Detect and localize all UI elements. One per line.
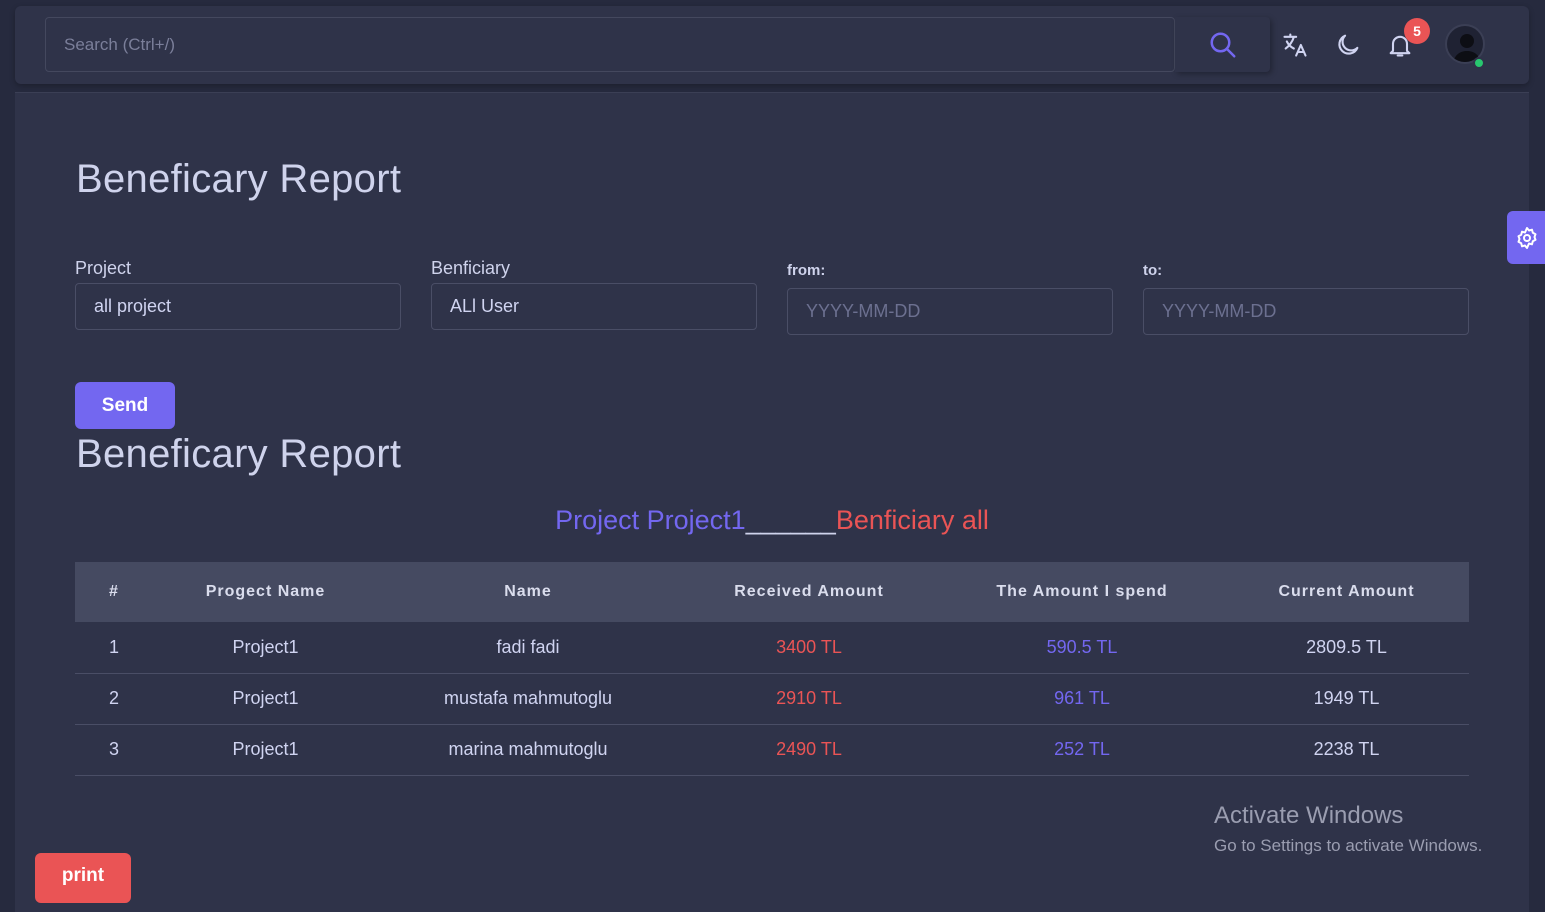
header-project-name: Progect Name xyxy=(205,583,326,600)
activate-windows-watermark: Activate Windows Go to Settings to activ… xyxy=(1214,802,1482,856)
row-spent-amount: 252 TL xyxy=(940,724,1224,776)
beneficiary-label: Benficiary xyxy=(431,258,511,278)
from-date-label: from: xyxy=(787,262,826,279)
from-date-input[interactable] xyxy=(806,301,1094,322)
row-project-name: Project1 xyxy=(153,673,378,725)
gear-icon xyxy=(1517,226,1537,249)
row-spent-amount: 590.5 TL xyxy=(940,622,1224,674)
row-name: fadi fadi xyxy=(378,622,678,674)
theme-toggle-button[interactable] xyxy=(1331,28,1365,62)
row-project-name: Project1 xyxy=(153,622,378,674)
top-navbar: 5 xyxy=(15,6,1529,84)
beneficiary-select-value: ALl User xyxy=(450,296,520,316)
project-select-value: all project xyxy=(94,296,172,316)
project-label: Project xyxy=(75,258,132,278)
watermark-subtitle: Go to Settings to activate Windows. xyxy=(1214,836,1483,855)
to-date-label: to: xyxy=(1143,262,1163,279)
report-subtitle: Project Project1______Benficiary all xyxy=(15,505,1529,536)
beneficiary-select[interactable]: ALl User xyxy=(431,283,757,330)
subtitle-separator: ______ xyxy=(745,505,836,535)
subtitle-beneficiary: Benficiary all xyxy=(835,505,989,535)
translate-icon xyxy=(1283,33,1307,57)
row-received-amount: 2910 TL xyxy=(678,673,940,725)
table-row: 3 Project1 marina mahmutoglu 2490 TL 252… xyxy=(75,724,1469,776)
translate-button[interactable] xyxy=(1278,28,1312,62)
header-received-amount: Received Amount xyxy=(734,583,884,600)
search-input[interactable] xyxy=(46,18,1174,71)
table-row: 2 Project1 mustafa mahmutoglu 2910 TL 96… xyxy=(75,673,1469,725)
header-index: # xyxy=(109,583,119,600)
results-title: Beneficary Report xyxy=(76,432,402,476)
row-index: 2 xyxy=(75,673,153,725)
row-project-name: Project1 xyxy=(153,724,378,776)
row-current-amount: 2238 TL xyxy=(1224,724,1469,776)
row-current-amount: 2809.5 TL xyxy=(1224,622,1469,674)
header-spent-amount: The Amount I spend xyxy=(996,583,1168,600)
report-table: # Progect Name Name Received Amount The … xyxy=(75,562,1469,776)
to-date-input[interactable] xyxy=(1162,301,1450,322)
page-title: Beneficary Report xyxy=(76,157,402,201)
moon-icon xyxy=(1338,34,1359,55)
online-status-dot xyxy=(1473,57,1485,69)
report-card: Beneficary Report Project all project Be… xyxy=(15,92,1529,912)
customizer-toggle-button[interactable] xyxy=(1507,211,1545,264)
header-current-amount: Current Amount xyxy=(1278,583,1415,600)
table-header-row: # Progect Name Name Received Amount The … xyxy=(75,562,1469,622)
search-icon xyxy=(1210,32,1235,57)
header-name: Name xyxy=(504,583,552,600)
row-name: marina mahmutoglu xyxy=(378,724,678,776)
send-button[interactable]: Send xyxy=(75,382,175,429)
row-name: mustafa mahmutoglu xyxy=(378,673,678,725)
notification-count-badge: 5 xyxy=(1404,18,1430,44)
table-row: 1 Project1 fadi fadi 3400 TL 590.5 TL 28… xyxy=(75,622,1469,674)
to-date-field[interactable] xyxy=(1143,288,1469,335)
row-spent-amount: 961 TL xyxy=(940,673,1224,725)
subtitle-project: Project Project1 xyxy=(555,505,746,535)
watermark-title: Activate Windows xyxy=(1214,802,1404,829)
search-box[interactable] xyxy=(45,17,1175,72)
row-index: 1 xyxy=(75,622,153,674)
row-index: 3 xyxy=(75,724,153,776)
search-button[interactable] xyxy=(1175,17,1270,72)
row-received-amount: 3400 TL xyxy=(678,622,940,674)
project-select[interactable]: all project xyxy=(75,283,401,330)
from-date-field[interactable] xyxy=(787,288,1113,335)
row-current-amount: 1949 TL xyxy=(1224,673,1469,725)
row-received-amount: 2490 TL xyxy=(678,724,940,776)
